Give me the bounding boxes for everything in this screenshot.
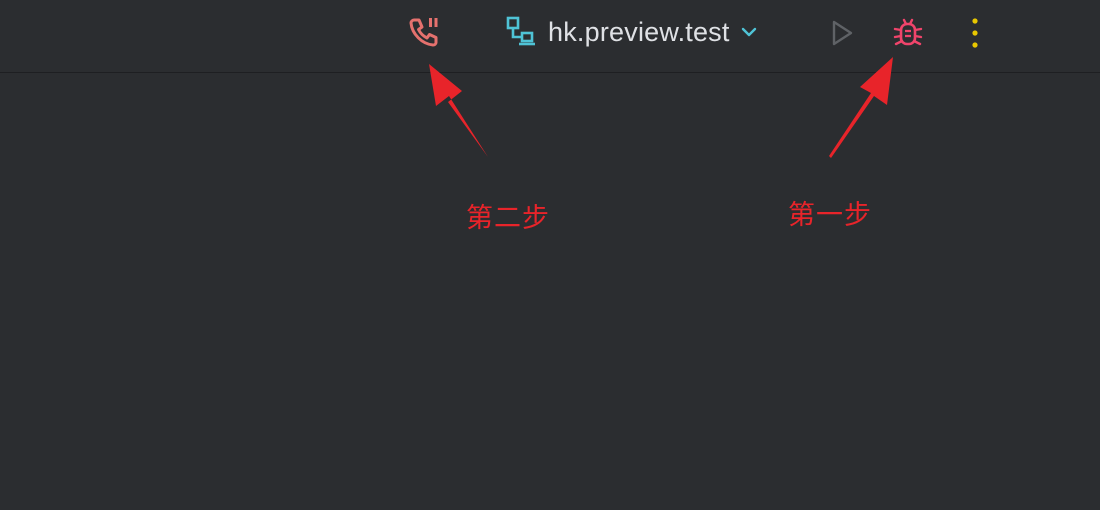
- debug-button[interactable]: [886, 12, 930, 54]
- main-toolbar: hk.preview.test: [0, 0, 1100, 73]
- chevron-down-icon: [741, 27, 756, 37]
- annotation-arrows: [429, 57, 893, 158]
- arrow-step-two: [429, 64, 488, 157]
- phone-pause-icon: [409, 18, 438, 47]
- annotation-layer: 第二步 第一步: [0, 0, 1100, 510]
- toolbar-divider: [0, 72, 1100, 73]
- annotation-step-one: 第一步: [788, 200, 872, 231]
- annotation-step-two: 第二步: [466, 203, 550, 234]
- more-button[interactable]: [960, 12, 990, 54]
- phone-call-button[interactable]: [402, 12, 446, 52]
- run-configuration-label: hk.preview.test: [548, 16, 730, 47]
- run-configuration-selector[interactable]: hk.preview.test: [504, 10, 758, 54]
- vertical-dots-icon: [972, 18, 978, 48]
- play-triangle-icon: [832, 20, 853, 46]
- bug-icon: [893, 18, 923, 46]
- run-button[interactable]: [822, 14, 862, 52]
- device-configuration-icon: [506, 16, 535, 46]
